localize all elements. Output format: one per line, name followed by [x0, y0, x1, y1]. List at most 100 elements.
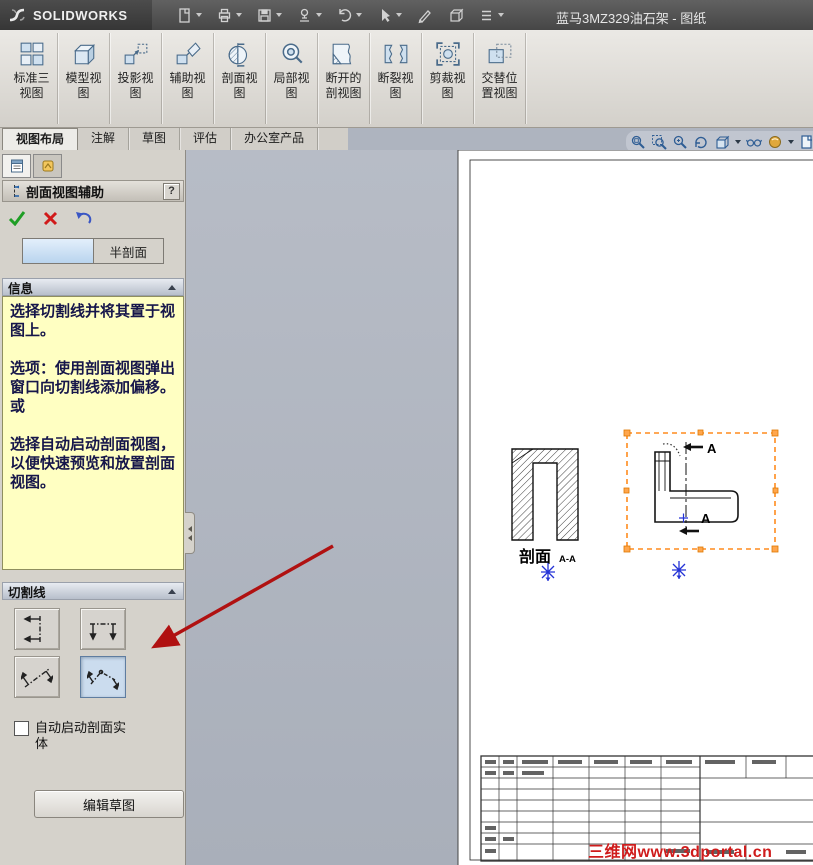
panel-collapse-handle[interactable] [185, 512, 195, 554]
hide-show-items-icon[interactable] [746, 134, 762, 150]
break-view-button[interactable]: 断裂视 图 [370, 33, 422, 124]
message-line: 选择切割线并将其置于视图上。 [10, 303, 176, 339]
model-tool-button[interactable] [447, 7, 464, 24]
message-box: 选择切割线并将其置于视图上。 选项：使用剖面视图弹出窗口向切割线添加偏移。 或 … [2, 296, 184, 570]
collapse-chevron-icon [168, 588, 176, 594]
undo-icon [339, 8, 352, 22]
drawing-sheet[interactable] [457, 150, 813, 865]
chevron-left-icon [187, 525, 192, 532]
model-view-icon [73, 44, 95, 66]
sheet-properties-icon[interactable] [799, 134, 813, 150]
crop-view-button[interactable]: 剪裁视 图 [422, 33, 474, 124]
horizontal-cutting-line-icon [89, 623, 117, 641]
message-line: 选择自动启动剖面视图，以便快速预览和放置剖面视图。 [10, 436, 176, 491]
sketch-tool-button[interactable] [416, 7, 433, 24]
display-pane-icon [42, 160, 53, 172]
cutting-line-group-header[interactable]: 切割线 [2, 582, 184, 600]
dropdown-caret-icon[interactable] [316, 13, 322, 17]
auxiliary-view-icon [176, 42, 201, 65]
title-bar: SOLIDWORKS 蓝马3MZ329油石架 - 图纸 [0, 0, 813, 30]
appearances-icon[interactable] [767, 134, 783, 150]
ok-button[interactable] [6, 208, 28, 228]
alternate-position-view-button[interactable]: 交替位 置视图 [474, 33, 526, 124]
options-list-icon [482, 10, 491, 20]
section-view-label: 剖面 [519, 547, 551, 566]
display-pane-tab[interactable] [33, 154, 62, 178]
panel-title: 剖面视图辅助 [26, 184, 105, 200]
dropdown-caret-icon[interactable] [396, 13, 402, 17]
print-button[interactable] [216, 7, 242, 24]
message-line: 或 [10, 398, 26, 415]
save-button[interactable] [256, 7, 282, 24]
standard-3-views-button[interactable]: 标准三 视图 [6, 33, 58, 124]
dropdown-caret-icon[interactable] [236, 13, 242, 17]
cutting-line-vertical-button[interactable] [14, 608, 60, 650]
cutting-line-aligned-button[interactable] [80, 656, 126, 698]
property-manager-tab[interactable] [2, 154, 31, 178]
cancel-button[interactable] [39, 208, 61, 228]
dropdown-caret-icon[interactable] [735, 140, 741, 144]
section-assist-icon [14, 184, 19, 198]
tab-office-products[interactable]: 办公室产品 [231, 128, 319, 150]
rotate-view-icon[interactable] [693, 134, 709, 150]
dropdown-caret-icon[interactable] [276, 13, 282, 17]
tab-sketch[interactable]: 草图 [129, 128, 181, 150]
rebuild-button[interactable] [296, 7, 322, 24]
solidworks-logo-text: SOLIDWORKS [33, 7, 128, 23]
detail-view-button[interactable]: 局部视 图 [266, 33, 318, 124]
options-button[interactable] [478, 7, 504, 24]
dropdown-caret-icon[interactable] [196, 13, 202, 17]
new-document-button[interactable] [176, 7, 202, 24]
broken-out-section-button[interactable]: 断开的 剖视图 [318, 33, 370, 124]
projected-view-button[interactable]: 投影视 图 [110, 33, 162, 124]
half-section-tab[interactable]: 半剖面 [92, 238, 164, 264]
projected-view-icon [124, 43, 147, 65]
zoom-selection-icon[interactable] [672, 134, 688, 150]
help-button[interactable]: ? [163, 182, 180, 200]
close-icon [43, 211, 57, 225]
zoom-fit-icon[interactable] [630, 134, 646, 150]
solidworks-logo-icon [9, 8, 25, 22]
tab-view-layout[interactable]: 视图布局 [2, 128, 79, 150]
crop-view-icon [435, 42, 460, 66]
zoom-area-icon[interactable] [651, 134, 667, 150]
broken-out-section-icon [332, 43, 351, 65]
model-view-button[interactable]: 模型视 图 [58, 33, 110, 124]
detail-view-icon [282, 43, 303, 64]
collapse-chevron-icon [168, 284, 176, 290]
undo-button[interactable] [72, 208, 94, 228]
section-tab[interactable] [22, 238, 93, 264]
dropdown-caret-icon[interactable] [498, 13, 504, 17]
display-style-icon[interactable] [714, 134, 730, 150]
tab-evaluate[interactable]: 评估 [180, 128, 232, 150]
select-cursor-icon [382, 8, 390, 22]
section-letter-top: A [707, 441, 717, 456]
undo-button[interactable] [336, 7, 362, 24]
drawing-graphics: 剖面 A-A A A 三维网www.3dportal.cn [457, 150, 813, 865]
save-icon [258, 8, 271, 22]
select-button[interactable] [376, 7, 402, 24]
section-view-button[interactable]: 剖面视 图 [214, 33, 266, 124]
cutting-line-horizontal-button[interactable] [80, 608, 126, 650]
tab-annotation[interactable]: 注解 [78, 128, 130, 150]
dropdown-caret-icon[interactable] [788, 140, 794, 144]
auxiliary-view-button[interactable]: 辅助视 图 [162, 33, 214, 124]
message-line: 选项：使用剖面视图弹出窗口向切割线添加偏移。 [10, 360, 176, 396]
vertical-cutting-line-icon [23, 615, 41, 643]
check-icon [8, 211, 26, 226]
new-document-icon [179, 7, 190, 23]
auto-start-label: 自动启动剖面实体 [35, 720, 127, 751]
cutting-line-auxiliary-button[interactable] [14, 656, 60, 698]
info-group-header[interactable]: 信息 [2, 278, 184, 296]
window-title: 蓝马3MZ329油石架 - 图纸 [556, 11, 707, 26]
drawing-canvas[interactable]: 剖面 A-A A A 三维网www.3dportal.cn [186, 150, 813, 865]
dropdown-caret-icon[interactable] [356, 13, 362, 17]
property-manager-header: 剖面视图辅助 ? [2, 180, 184, 202]
break-view-icon [384, 44, 407, 64]
standard-3-views-icon [20, 42, 43, 66]
auto-start-checkbox[interactable] [14, 721, 29, 736]
watermark-text: 三维网www.3dportal.cn [588, 842, 772, 861]
section-view-scale: A-A [559, 554, 576, 565]
property-manager-panel: 剖面视图辅助 ? 半剖面 信息 选择切割线并将其置于视图上。 选项：使用剖面视图… [0, 150, 186, 865]
edit-sketch-button[interactable]: 编辑草图 [34, 790, 184, 818]
